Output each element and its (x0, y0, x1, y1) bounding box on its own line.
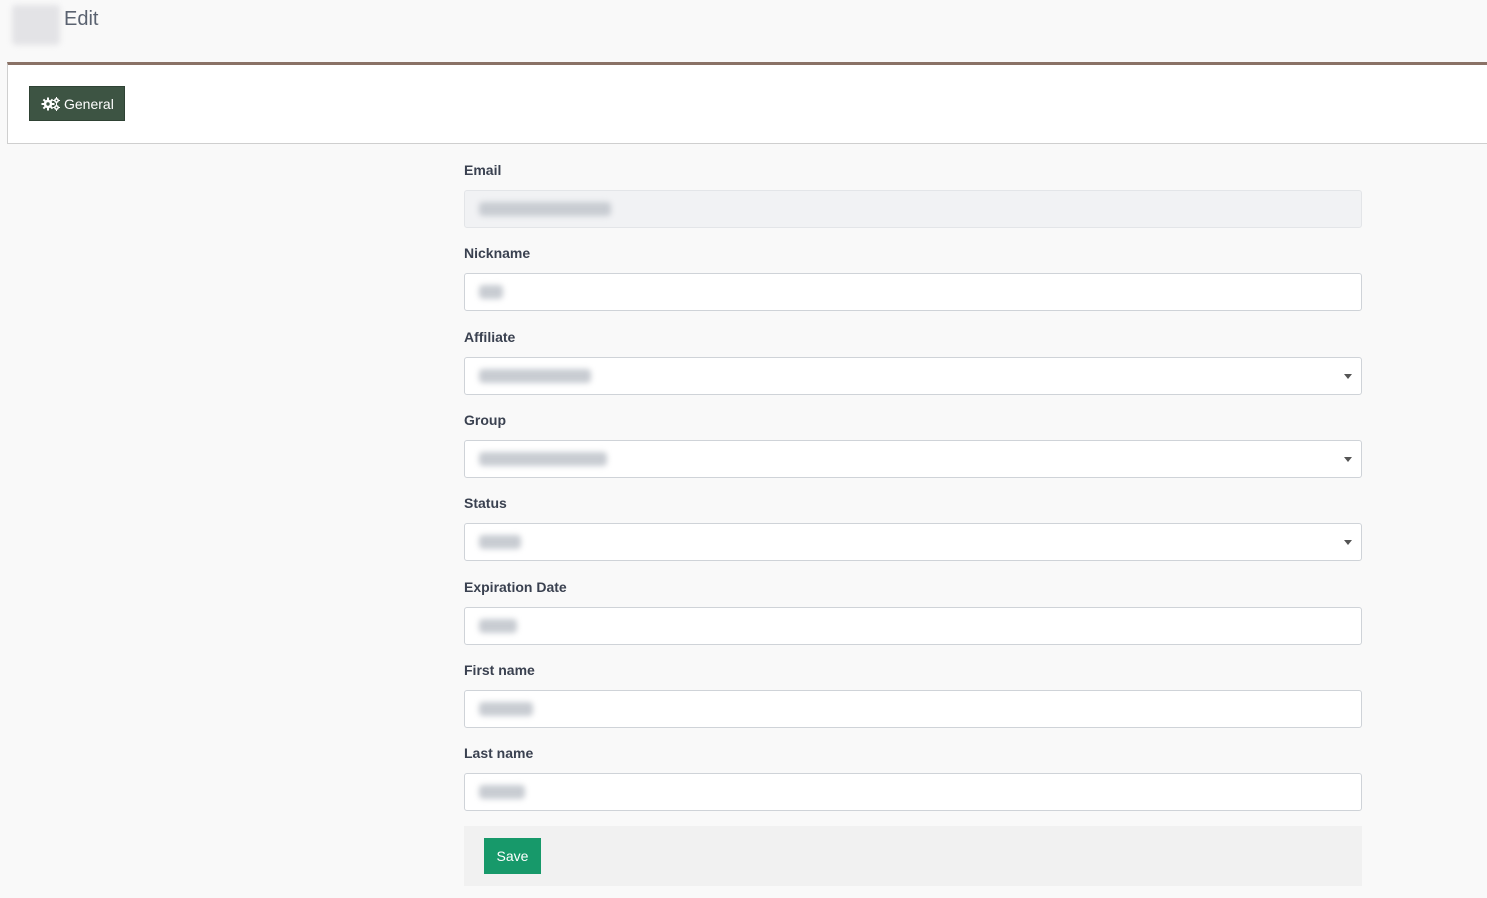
nickname-input[interactable] (464, 273, 1362, 311)
group-label: Group (464, 412, 506, 428)
nickname-value-redacted (479, 285, 503, 299)
first-name-input[interactable] (464, 690, 1362, 728)
affiliate-value-redacted (479, 369, 591, 383)
first-name-label: First name (464, 662, 535, 678)
save-button[interactable]: Save (484, 838, 541, 874)
first-name-value-redacted (479, 702, 533, 716)
last-name-value-redacted (479, 785, 525, 799)
chevron-down-icon (1344, 457, 1352, 462)
tab-general-label: General (64, 95, 114, 112)
email-input (464, 190, 1362, 228)
last-name-input[interactable] (464, 773, 1362, 811)
page-header: Edit (0, 0, 1487, 62)
email-value-redacted (479, 202, 611, 216)
tab-panel: General (7, 62, 1487, 144)
chevron-down-icon (1344, 540, 1352, 545)
status-label: Status (464, 495, 507, 511)
tab-general[interactable]: General (29, 86, 125, 121)
gears-icon (41, 96, 60, 111)
avatar (12, 5, 60, 45)
form-actions: Save (464, 826, 1362, 886)
expiration-date-label: Expiration Date (464, 579, 567, 595)
status-select[interactable] (464, 523, 1362, 561)
affiliate-select[interactable] (464, 357, 1362, 395)
expiration-date-input[interactable] (464, 607, 1362, 645)
group-value-redacted (479, 452, 607, 466)
group-select[interactable] (464, 440, 1362, 478)
page-title: Edit (64, 8, 99, 30)
affiliate-label: Affiliate (464, 329, 516, 345)
last-name-label: Last name (464, 745, 534, 761)
chevron-down-icon (1344, 374, 1352, 379)
nickname-label: Nickname (464, 245, 531, 261)
expiration-date-value-redacted (479, 619, 517, 633)
status-value-redacted (479, 535, 521, 549)
email-label: Email (464, 162, 502, 178)
